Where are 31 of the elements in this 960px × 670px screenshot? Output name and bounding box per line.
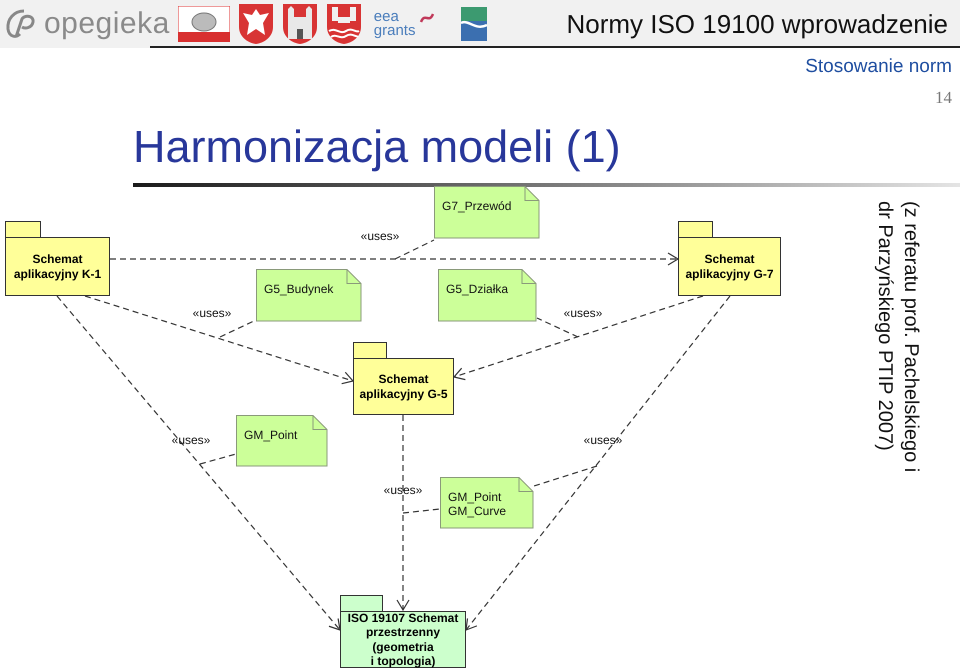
stereotype-label: «uses»: [564, 307, 602, 319]
stereotype-label: «uses»: [384, 484, 422, 496]
note-link: [536, 317, 578, 338]
stereotype-label: «uses»: [192, 307, 232, 319]
wave-square-icon: [461, 7, 488, 41]
globe-emblem-icon: [178, 6, 230, 42]
source-citation: (z referatu prof. Pachelskiego i dr Parzyńskiego PTIP 2007): [873, 201, 923, 472]
section-name: Stosowanie norm: [805, 57, 952, 76]
stereotype-label: «uses»: [172, 434, 210, 446]
note-label: G5_Działka: [446, 282, 508, 296]
page-number: 14: [935, 89, 952, 106]
note-link: [534, 465, 598, 487]
slide-title: Harmonizacja modeli (1): [133, 124, 621, 169]
note-link: [200, 453, 236, 465]
note-link: [402, 508, 440, 514]
note-label: GM_Point: [244, 428, 298, 442]
shield-icon: [326, 3, 362, 45]
package-label: Schemat aplikacyjny G-7: [685, 252, 774, 281]
stereotype-label: «uses»: [584, 434, 622, 446]
note-link: [394, 239, 434, 260]
package-label: Schemat aplikacyjny K-1: [14, 252, 102, 281]
presentation-title: Normy ISO 19100 wprowadzenie: [566, 8, 949, 40]
package-label: ISO 19107 Schemat przestrzenny (geometria i topologia): [348, 610, 458, 668]
note-label: G5_Budynek: [264, 282, 334, 296]
note-label: GM_Point GM_Curve: [448, 490, 506, 519]
stereotype-label: «uses»: [360, 230, 400, 242]
logo-wordmark: eea grants: [374, 10, 416, 38]
package-label: Schemat aplikacyjny G-5: [359, 372, 448, 401]
note-label: G7_Przewód: [442, 199, 512, 214]
logo-wordmark: opegieka: [44, 9, 170, 39]
towers-shield-icon: [282, 3, 318, 45]
